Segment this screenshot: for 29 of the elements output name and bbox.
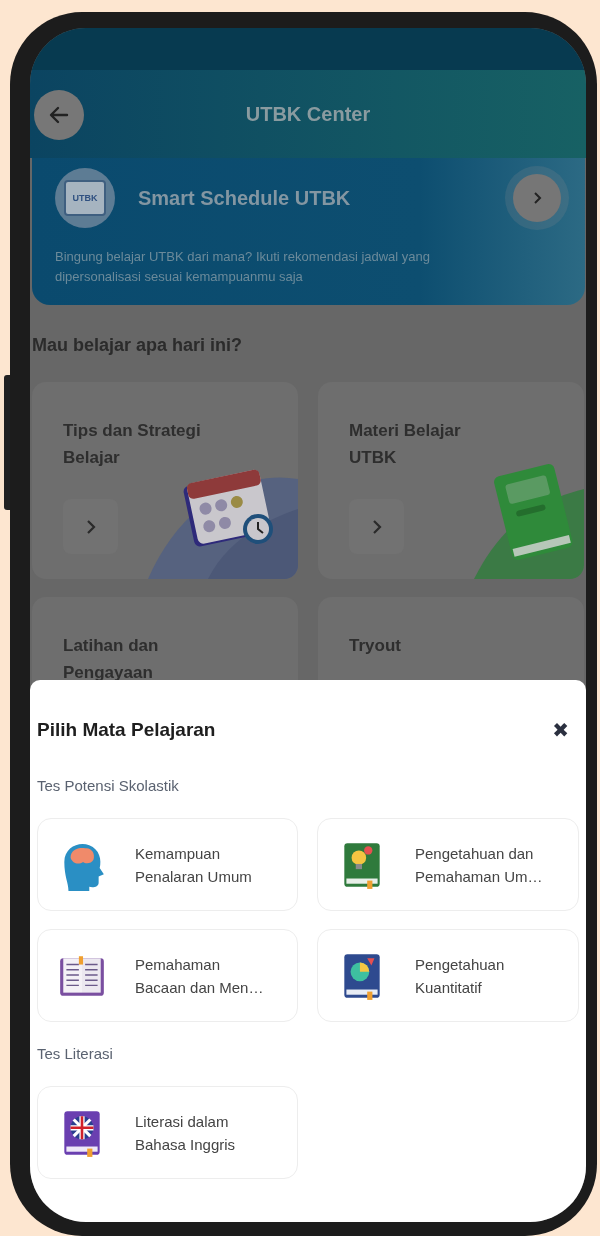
subject-label: Pemahaman Bacaan dan Men… (135, 954, 264, 998)
subject-card[interactable]: Pemahaman Bacaan dan Men… (37, 929, 298, 1022)
close-button[interactable]: ✖ (548, 718, 579, 742)
subject-label: Pengetahuan Kuantitatif (415, 954, 505, 998)
menu-card-title: Tips dan Strategi Belajar (63, 420, 201, 469)
banner-title: Smart Schedule UTBK (138, 186, 352, 210)
subject-card[interactable]: Pengetahuan dan Pemahaman Um… (317, 818, 579, 911)
subject-label: Literasi dalam Bahasa Inggris (135, 1111, 236, 1155)
banner-description: Bingung belajar UTBK dari mana? Ikuti rekomendasi jadwal yang dipersonalisasi sesuai kemampuanmu saja (55, 248, 432, 286)
subject-card[interactable]: Pengetahuan Kuantitatif (317, 929, 579, 1022)
group-heading: Tes Potensi Skolastik (37, 776, 180, 796)
group-heading: Tes Literasi (37, 1044, 114, 1064)
section-heading: Mau belajar apa hari ini? (32, 334, 244, 357)
back-button[interactable] (34, 90, 84, 140)
schedule-banner[interactable]: UTBK Smart Schedule UTBK Bingung belajar UTBK dari mana? Ikuti rekomendasi jadwal yang dipersonalisasi sesuai kemampuanmu saja (32, 158, 585, 305)
banner-arrow-button[interactable] (513, 174, 561, 222)
subject-label: Kemampuan Penalaran Umum (135, 843, 252, 887)
sheet-title: Pilih Mata Pelajaran (37, 719, 216, 741)
menu-card-title: Tryout (349, 635, 401, 657)
back-arrow-icon (48, 104, 70, 126)
subject-card[interactable]: Kemampuan Penalaran Umum (37, 818, 298, 911)
menu-card-title: Materi Belajar UTBK (349, 420, 461, 469)
header-title: UTBK Center (245, 102, 371, 126)
clipboard-label: UTBK (72, 193, 98, 203)
subject-label: Pengetahuan dan Pemahaman Um… (415, 843, 543, 887)
subject-card[interactable]: Literasi dalam Bahasa Inggris (37, 1086, 298, 1179)
menu-card-title: Latihan dan Pengayaan (63, 635, 159, 684)
card-arrow-button[interactable] (63, 499, 118, 554)
card-arrow-button[interactable] (349, 499, 404, 554)
